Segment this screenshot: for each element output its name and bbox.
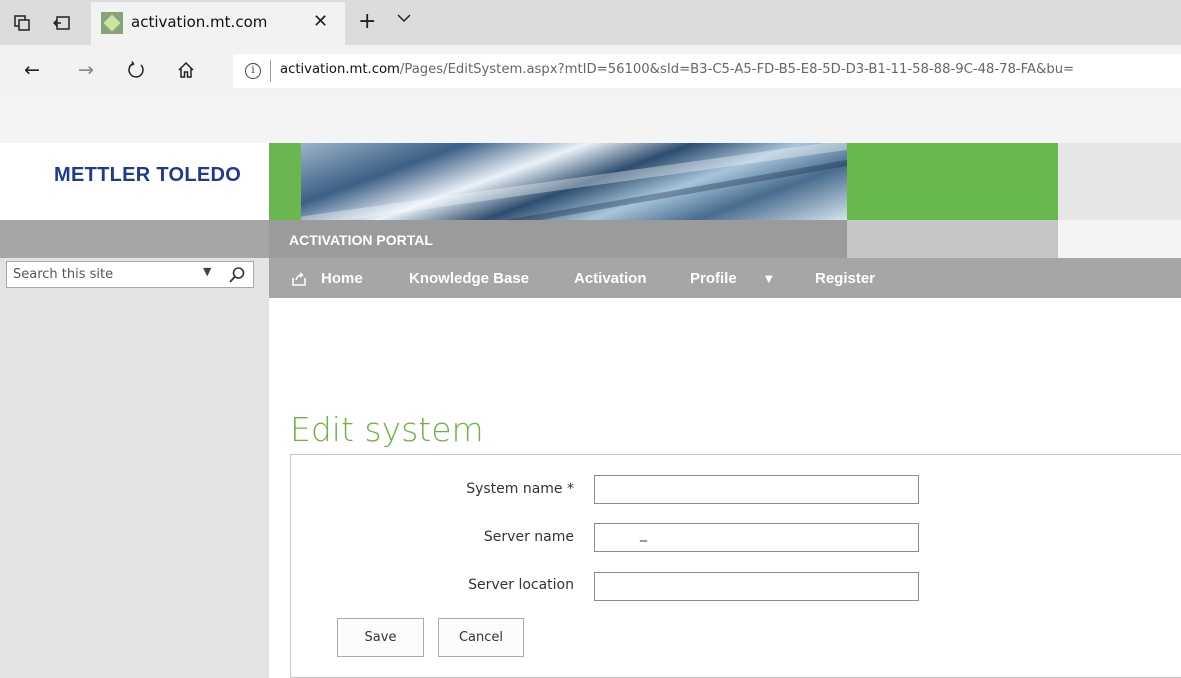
search-box[interactable]: Search this site ▼ — [6, 261, 254, 288]
nav-register[interactable]: Register — [815, 270, 875, 287]
cancel-button[interactable]: Cancel — [438, 618, 524, 657]
banner-green-block — [847, 143, 1058, 220]
nav-profile[interactable]: Profile — [690, 270, 737, 287]
tab-title: activation.mt.com — [131, 13, 268, 31]
url-domain: activation.mt.com — [280, 62, 400, 77]
new-tab-icon[interactable]: + — [358, 9, 376, 34]
site-info-icon[interactable]: i — [245, 63, 261, 79]
address-bar[interactable]: i activation.mt.com/Pages/EditSystem.asp… — [233, 54, 1181, 88]
portal-bar-right — [1058, 220, 1181, 258]
browser-tab[interactable]: activation.mt.com ✕ — [91, 2, 345, 45]
header-banner-image — [301, 143, 847, 220]
page-top-strip — [0, 97, 1181, 143]
home-browser-icon[interactable] — [168, 52, 204, 88]
search-input[interactable]: Search this site — [13, 267, 113, 282]
refresh-icon[interactable] — [118, 52, 154, 88]
save-button[interactable]: Save — [337, 618, 424, 657]
browser-navigation-bar: ← → i activation.mt.com/Pages/EditSystem… — [0, 45, 1181, 97]
nav-knowledge-base[interactable]: Knowledge Base — [409, 270, 529, 287]
home-nav-icon[interactable] — [291, 271, 307, 287]
browser-tab-strip: activation.mt.com ✕ + — [0, 0, 1181, 45]
banner-gray-block — [1058, 143, 1181, 220]
close-tab-icon[interactable]: ✕ — [313, 11, 328, 32]
page-title: Edit system — [290, 410, 484, 449]
profile-dropdown-icon[interactable]: ▼ — [765, 274, 773, 285]
server-name-label: Server name — [483, 529, 574, 545]
back-arrow-icon[interactable]: ← — [14, 52, 50, 88]
url-path: /Pages/EditSystem.aspx?mtID=56100&sId=B3… — [399, 62, 1075, 77]
server-name-field[interactable]: _ — [594, 523, 919, 552]
mettler-toledo-logo[interactable]: METTLER TOLEDO — [54, 164, 241, 187]
system-name-field[interactable] — [594, 475, 919, 504]
forward-arrow-icon[interactable]: → — [68, 52, 104, 88]
url-text[interactable]: activation.mt.com/Pages/EditSystem.aspx?… — [280, 62, 1074, 77]
system-name-label: System name * — [466, 481, 574, 497]
portal-bar-left — [0, 220, 269, 258]
search-scope-dropdown-icon[interactable]: ▼ — [203, 265, 211, 278]
sidebar — [0, 258, 269, 678]
portal-bar-mid — [847, 220, 1058, 258]
nav-activation[interactable]: Activation — [574, 270, 647, 287]
tab-list-chevron-icon[interactable] — [397, 11, 411, 27]
search-icon[interactable] — [228, 266, 246, 284]
server-location-field[interactable] — [594, 572, 919, 601]
portal-title: ACTIVATION PORTAL — [289, 232, 433, 248]
address-divider — [270, 60, 271, 82]
set-tabs-aside-icon[interactable] — [48, 10, 76, 36]
tab-actions-icon[interactable] — [8, 10, 36, 36]
nav-home[interactable]: Home — [321, 270, 363, 287]
site-favicon-icon — [101, 12, 123, 34]
server-location-label: Server location — [468, 577, 574, 593]
banner-green-strip — [269, 143, 301, 220]
